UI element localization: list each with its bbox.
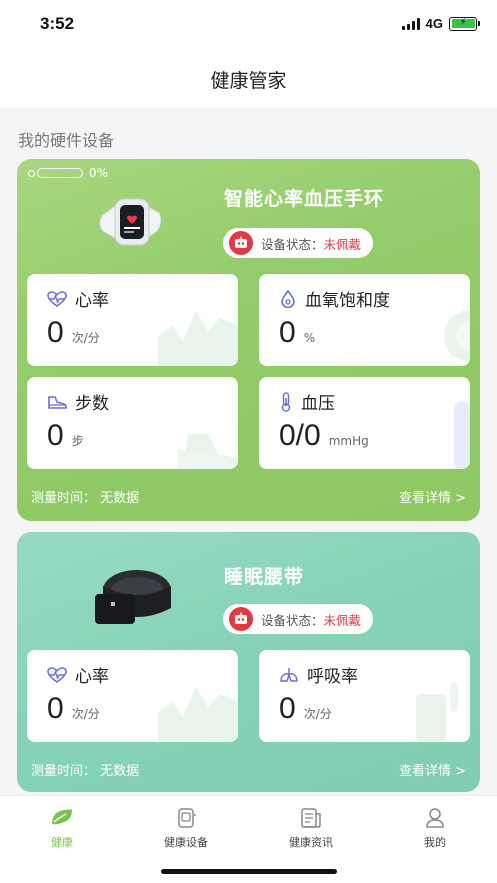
robot-icon (229, 607, 253, 631)
device-status-pill: 设备状态： 未佩戴 (223, 604, 374, 634)
metric-label: 血氧饱和度 (305, 291, 390, 311)
view-details-link[interactable]: 查看详情 > (399, 760, 466, 779)
status-label: 设备状态： (261, 612, 324, 628)
tab-health-devices[interactable]: 健康设备 (136, 808, 236, 850)
lungs-icon (280, 667, 298, 682)
measure-label: 测量时间： (31, 491, 97, 506)
measure-time: 测量时间： 无数据 (31, 760, 139, 779)
news-icon (301, 808, 321, 828)
metric-label: 血压 (301, 394, 335, 414)
view-details-link[interactable]: 查看详情 > (399, 487, 466, 506)
metric-heart-rate[interactable]: 心率 0 次/分 (27, 274, 238, 366)
signal-icon (401, 17, 420, 30)
tab-health-news[interactable]: 健康资讯 (261, 808, 361, 850)
status-indicators: 4G ⚡ (401, 16, 480, 31)
metric-value: 0 (279, 692, 296, 725)
device-icon (178, 808, 196, 828)
card-footer: 测量时间： 无数据 查看详情 > (31, 487, 466, 506)
battery-icon: ⚡ (449, 16, 480, 31)
metric-respiration-rate[interactable]: 呼吸率 0 次/分 (259, 650, 470, 742)
tab-label: 我的 (424, 836, 446, 849)
respiration-decoration (416, 682, 458, 742)
blood-drop-icon (281, 289, 295, 308)
metric-value: 0 (47, 316, 64, 349)
metric-heart-rate[interactable]: 心率 0 次/分 (27, 650, 238, 742)
battery-pill-icon (28, 168, 83, 178)
wave-decoration (158, 687, 238, 742)
nav-bar: 健康管家 (0, 48, 497, 108)
network-type: 4G (425, 16, 443, 31)
metric-blood-pressure[interactable]: 血压 0/0 mmHg (259, 377, 470, 469)
heart-rate-icon (47, 666, 67, 683)
device-card-bracelet[interactable]: 0% 智能心率血压手环 设备状态： 未佩戴 心率 0 次/分 血氧饱和度 0 %… (17, 159, 480, 521)
metric-unit: 次/分 (71, 331, 100, 345)
tab-profile[interactable]: 我的 (385, 808, 485, 850)
battery-percent: 0% (89, 166, 109, 180)
bracelet-image (99, 198, 162, 246)
heart-rate-icon (47, 290, 67, 307)
device-status-pill: 设备状态： 未佩戴 (223, 228, 374, 258)
metric-unit: mmHg (328, 434, 369, 448)
metric-steps[interactable]: 步数 0 步 (27, 377, 238, 469)
oxygen-decoration (444, 310, 470, 362)
status-value: 未佩戴 (323, 236, 362, 252)
card-footer: 测量时间： 无数据 查看详情 > (31, 760, 466, 779)
device-card-sleep-belt[interactable]: 睡眠腰带 设备状态： 未佩戴 心率 0 次/分 呼吸率 0 次/分 测量时间： 无… (17, 532, 480, 792)
steps-decoration (178, 434, 238, 469)
device-battery-indicator: 0% (27, 166, 108, 180)
measure-value: 无数据 (100, 764, 140, 779)
device-name: 智能心率血压手环 (224, 188, 385, 210)
profile-icon (426, 808, 444, 828)
page-title: 健康管家 (210, 70, 287, 92)
metric-value: 0 (47, 419, 64, 452)
metric-unit: 次/分 (303, 707, 332, 721)
metric-value: 0 (47, 692, 64, 725)
home-indicator (161, 869, 337, 874)
status-time: 3:52 (40, 14, 75, 33)
metric-label: 心率 (75, 291, 109, 311)
robot-icon (229, 231, 253, 255)
status-value: 未佩戴 (323, 612, 362, 628)
leaf-icon (52, 809, 72, 825)
metric-value: 0 (279, 316, 296, 349)
section-title: 我的硬件设备 (18, 131, 115, 150)
wave-decoration (158, 311, 238, 366)
thermometer-icon (281, 391, 291, 412)
tab-label: 健康资讯 (289, 836, 333, 849)
metric-blood-oxygen[interactable]: 血氧饱和度 0 % (259, 274, 470, 366)
status-bar: 3:52 4G ⚡ (0, 0, 497, 48)
measure-time: 测量时间： 无数据 (31, 487, 139, 506)
tab-health[interactable]: 健康 (12, 808, 112, 850)
metric-label: 心率 (75, 667, 109, 687)
metric-value: 0/0 (279, 419, 321, 452)
shoe-icon (48, 395, 67, 409)
sleep-belt-image (95, 570, 171, 624)
pressure-decoration (454, 401, 470, 469)
metric-unit: 次/分 (71, 707, 100, 721)
measure-value: 无数据 (100, 491, 140, 506)
metric-unit: 步 (71, 434, 84, 448)
tab-label: 健康 (51, 836, 73, 849)
device-name: 睡眠腰带 (224, 566, 305, 588)
status-label: 设备状态： (261, 236, 324, 252)
tab-label: 健康设备 (164, 836, 208, 849)
measure-label: 测量时间： (31, 764, 97, 779)
metric-label: 呼吸率 (307, 667, 358, 687)
metric-unit: % (303, 331, 316, 345)
metric-label: 步数 (75, 394, 109, 414)
